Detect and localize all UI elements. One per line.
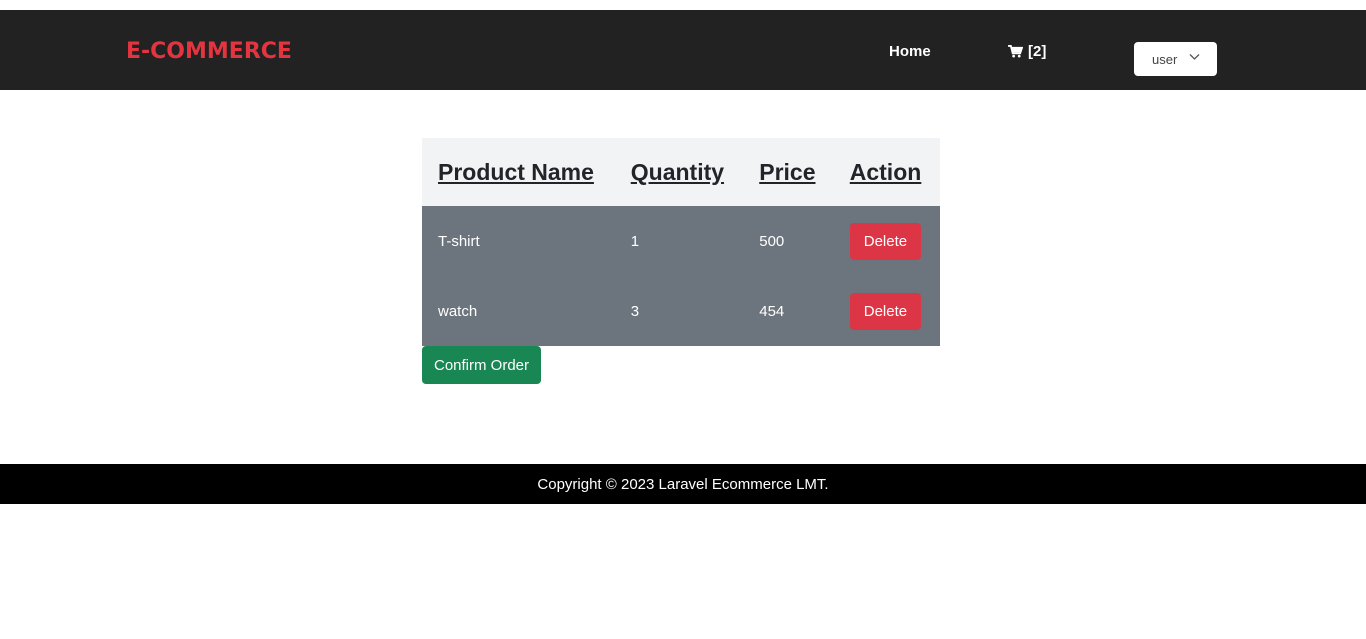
delete-button[interactable]: Delete	[849, 222, 922, 260]
column-header-price: Price	[743, 138, 834, 206]
user-dropdown-label: user	[1152, 51, 1178, 67]
column-header-quantity: Quantity	[614, 138, 744, 206]
action-cell: Delete	[833, 276, 940, 346]
user-dropdown[interactable]: user	[1134, 42, 1217, 76]
nav-cart-link[interactable]: [2]	[1008, 43, 1046, 60]
delete-button[interactable]: Delete	[849, 292, 922, 330]
chevron-down-icon	[1189, 54, 1200, 60]
column-header-action: Action	[833, 138, 940, 206]
confirm-order-button[interactable]: Confirm Order	[422, 346, 542, 384]
product-name-cell: T-shirt	[422, 206, 615, 276]
price-cell: 500	[743, 206, 834, 276]
product-name-cell: watch	[422, 276, 615, 346]
shopping-cart-icon	[1008, 45, 1023, 58]
top-spacer	[0, 0, 1366, 10]
column-header-product-name: Product Name	[422, 138, 615, 206]
table-header-row: Product Name Quantity Price Action	[422, 138, 940, 206]
copyright-text: Copyright © 2023 Laravel Ecommerce LMT.	[537, 475, 829, 493]
footer: Copyright © 2023 Laravel Ecommerce LMT.	[0, 464, 1366, 504]
quantity-cell: 3	[614, 276, 744, 346]
table-row: watch 3 454 Delete	[422, 276, 940, 346]
quantity-cell: 1	[614, 206, 744, 276]
nav-home-link[interactable]: Home	[889, 43, 931, 60]
action-cell: Delete	[833, 206, 940, 276]
price-cell: 454	[743, 276, 834, 346]
table-row: T-shirt 1 500 Delete	[422, 206, 940, 276]
brand-logo[interactable]: E-COMMERCE	[126, 39, 292, 64]
cart-count: [2]	[1028, 43, 1047, 60]
cart-table: Product Name Quantity Price Action T-shi…	[422, 138, 940, 346]
navbar: E-COMMERCE Home [2] user	[0, 10, 1366, 90]
